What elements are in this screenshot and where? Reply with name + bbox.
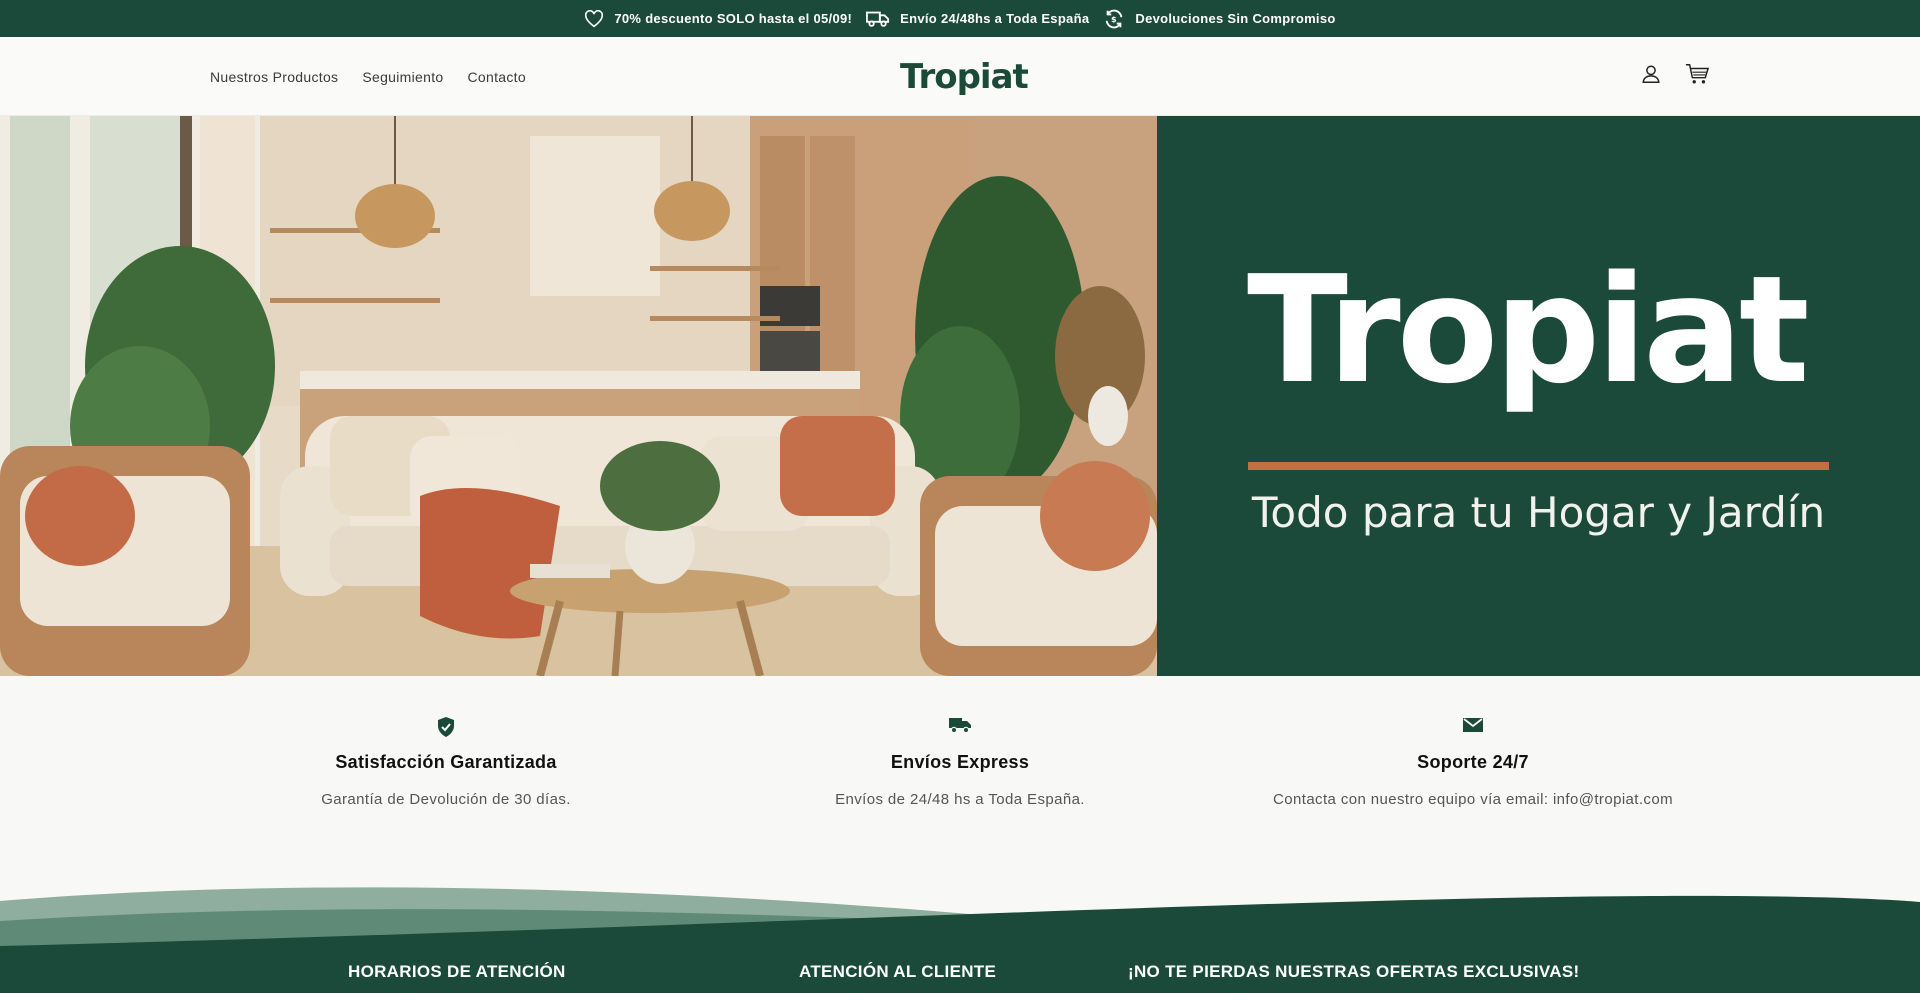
hero-banner[interactable]: Tropiat Todo para tu Hogar y Jardín bbox=[0, 116, 1920, 676]
refresh-icon: $ bbox=[1103, 8, 1125, 30]
feature-text: Envíos de 24/48 hs a Toda España. bbox=[835, 791, 1085, 808]
hero-brand-divider bbox=[1248, 462, 1829, 470]
truck-icon bbox=[948, 716, 972, 740]
header-actions bbox=[1640, 37, 1710, 116]
nav-link-products[interactable]: Nuestros Productos bbox=[210, 69, 338, 85]
shield-check-icon bbox=[436, 716, 456, 740]
footer-heading-newsletter: ¡NO TE PIERDAS NUESTRAS OFERTAS EXCLUSIV… bbox=[1128, 962, 1580, 981]
footer-heading-hours: HORARIOS DE ATENCIÓN bbox=[348, 962, 566, 981]
mail-icon bbox=[1462, 716, 1484, 740]
site-header: Nuestros Productos Seguimiento Contacto … bbox=[0, 37, 1920, 116]
nav-link-tracking[interactable]: Seguimiento bbox=[362, 69, 443, 85]
hero-living-room-image bbox=[0, 116, 1157, 676]
announcement-item-discount: 70% descuento SOLO hasta el 05/09! bbox=[584, 9, 853, 28]
feature-title: Soporte 24/7 bbox=[1417, 752, 1529, 772]
truck-icon bbox=[866, 10, 890, 28]
cart-icon[interactable] bbox=[1684, 62, 1710, 91]
feature-title: Satisfacción Garantizada bbox=[335, 752, 557, 772]
feature-satisfaction: Satisfacción Garantizada Garantía de Dev… bbox=[186, 716, 706, 808]
announcement-item-returns: $ Devoluciones Sin Compromiso bbox=[1103, 8, 1335, 30]
feature-shipping: Envíos Express Envíos de 24/48 hs a Toda… bbox=[700, 716, 1220, 808]
footer-headings: HORARIOS DE ATENCIÓN ATENCIÓN AL CLIENTE… bbox=[0, 960, 1920, 993]
site-logo[interactable]: Tropiat bbox=[900, 57, 1029, 97]
announcement-bar: 70% descuento SOLO hasta el 05/09! Envío… bbox=[0, 0, 1920, 37]
nav-link-contact[interactable]: Contacto bbox=[468, 69, 526, 85]
features-section: Satisfacción Garantizada Garantía de Dev… bbox=[0, 676, 1920, 876]
announcement-text: 70% descuento SOLO hasta el 05/09! bbox=[614, 11, 853, 26]
hero-brand-panel: Tropiat Todo para tu Hogar y Jardín bbox=[1157, 116, 1920, 676]
svg-text:$: $ bbox=[1111, 14, 1117, 24]
heart-icon bbox=[584, 9, 604, 28]
hero-tagline: Todo para tu Hogar y Jardín bbox=[1251, 488, 1826, 537]
feature-text: Garantía de Devolución de 30 días. bbox=[321, 791, 571, 808]
feature-support: Soporte 24/7 Contacta con nuestro equipo… bbox=[1213, 716, 1733, 808]
footer-heading-customer-service: ATENCIÓN AL CLIENTE bbox=[799, 962, 997, 981]
announcement-item-shipping: Envío 24/48hs a Toda España bbox=[866, 10, 1089, 28]
main-nav: Nuestros Productos Seguimiento Contacto bbox=[210, 37, 526, 116]
account-icon[interactable] bbox=[1640, 63, 1662, 90]
hero-brand-wordmark: Tropiat bbox=[1247, 244, 1810, 416]
feature-title: Envíos Express bbox=[890, 752, 1030, 772]
feature-text: Contacta con nuestro equipo vía email: i… bbox=[1273, 791, 1673, 808]
announcement-text: Devoluciones Sin Compromiso bbox=[1135, 11, 1336, 26]
announcement-text: Envío 24/48hs a Toda España bbox=[900, 11, 1090, 26]
